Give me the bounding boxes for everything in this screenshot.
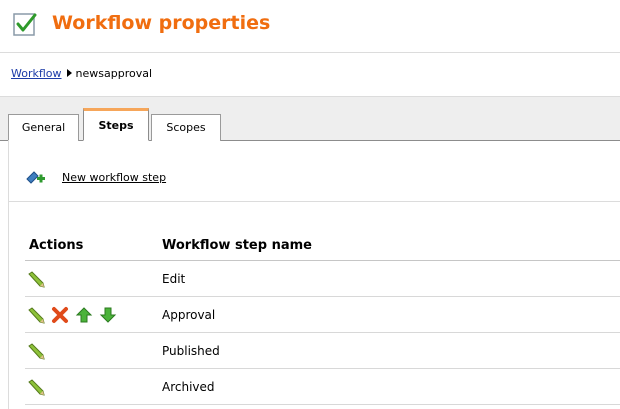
breadcrumb-link-workflow[interactable]: Workflow bbox=[11, 67, 62, 80]
row-actions bbox=[25, 260, 162, 297]
tab-general[interactable]: General bbox=[8, 114, 79, 141]
edit-icon[interactable] bbox=[27, 342, 45, 360]
step-name-cell: Archived bbox=[162, 368, 620, 405]
column-header-step-name: Workflow step name bbox=[162, 230, 620, 261]
tab-steps[interactable]: Steps bbox=[83, 108, 149, 141]
table-row: Approval bbox=[25, 296, 620, 333]
move-down-icon[interactable] bbox=[99, 306, 117, 324]
tab-scopes[interactable]: Scopes bbox=[151, 114, 221, 141]
step-name-cell: Published bbox=[162, 332, 620, 369]
table-header-row: Actions Workflow step name bbox=[25, 230, 620, 261]
edit-icon[interactable] bbox=[27, 378, 45, 396]
row-actions bbox=[25, 332, 162, 369]
breadcrumb: Workflow newsapproval bbox=[11, 67, 152, 80]
edit-icon[interactable] bbox=[27, 306, 45, 324]
table-row: Edit bbox=[25, 260, 620, 297]
breadcrumb-bar: Workflow newsapproval bbox=[0, 53, 620, 97]
page-title: Workflow properties bbox=[52, 12, 271, 34]
row-actions bbox=[25, 296, 162, 333]
column-header-actions: Actions bbox=[25, 230, 162, 261]
table-row: Archived bbox=[25, 368, 620, 405]
table-row: Published bbox=[25, 332, 620, 369]
tab-strip: General Steps Scopes bbox=[0, 97, 620, 141]
step-name-cell: Approval bbox=[162, 296, 620, 333]
breadcrumb-arrow-icon bbox=[66, 69, 72, 77]
delete-icon[interactable] bbox=[51, 306, 69, 324]
checkmark-document-icon bbox=[12, 11, 38, 37]
edit-icon[interactable] bbox=[27, 270, 45, 288]
row-actions bbox=[25, 368, 162, 405]
add-step-icon bbox=[26, 169, 46, 185]
page-header: Workflow properties bbox=[0, 0, 620, 53]
step-name-cell: Edit bbox=[162, 260, 620, 297]
move-up-icon[interactable] bbox=[75, 306, 93, 324]
breadcrumb-current: newsapproval bbox=[75, 67, 153, 80]
new-workflow-step-link[interactable]: New workflow step bbox=[62, 171, 166, 184]
section-divider bbox=[8, 201, 620, 202]
workflow-steps-table: Actions Workflow step name Edit Approval… bbox=[25, 230, 620, 405]
